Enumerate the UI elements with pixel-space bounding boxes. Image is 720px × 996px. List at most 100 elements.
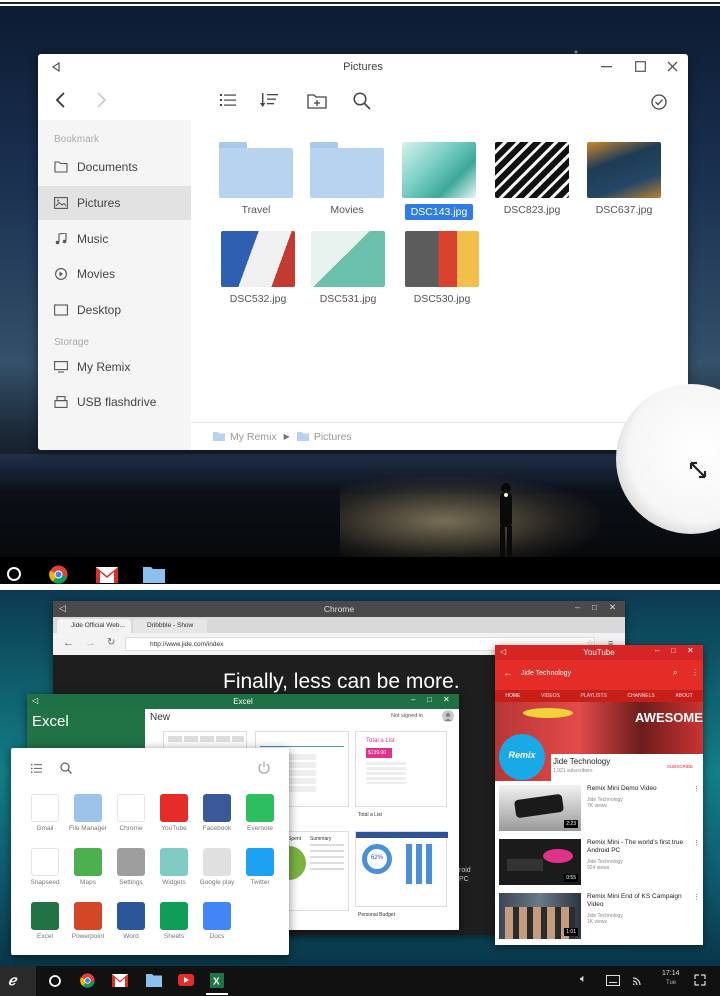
tab-jide[interactable]: Jide Official Web... xyxy=(57,619,131,633)
excel-icon[interactable]: X xyxy=(210,973,224,988)
template-total-list[interactable]: Total a List $139.00 Total a List xyxy=(355,731,447,818)
app-maps[interactable]: Maps xyxy=(66,848,110,886)
app-google-play[interactable]: Google play xyxy=(195,848,239,886)
search-icon[interactable]: ⌕ xyxy=(673,668,677,678)
minimize-icon[interactable]: – xyxy=(411,695,415,704)
minimize-icon[interactable]: – xyxy=(655,646,659,655)
video-item[interactable]: 0:55 Remix Mini - The world's first true… xyxy=(499,839,700,885)
sidebar-item-my-remix[interactable]: My Remix xyxy=(38,350,191,384)
sidebar-item-music[interactable]: Music xyxy=(38,222,191,256)
search-icon[interactable] xyxy=(353,92,371,110)
chrome-icon[interactable] xyxy=(49,565,68,584)
file-item-dsc532[interactable]: DSC532.jpg xyxy=(215,231,301,305)
clock-time[interactable]: 17:14 xyxy=(662,970,680,977)
back-arrow-icon[interactable]: ← xyxy=(63,637,74,649)
more-vert-icon[interactable]: ⋮ xyxy=(691,668,699,677)
forward-chevron-icon[interactable] xyxy=(96,92,108,108)
app-evernote[interactable]: Evernote xyxy=(238,794,282,832)
tab-dribbble[interactable]: Dribbble - Show xyxy=(133,619,207,633)
file-item-dsc637[interactable]: DSC637.jpg xyxy=(581,142,667,216)
window-titlebar[interactable]: Pictures xyxy=(38,54,688,80)
sidebar-item-movies[interactable]: Movies xyxy=(38,257,191,291)
app-powerpoint[interactable]: Powerpoint xyxy=(66,902,110,940)
file-item-dsc823[interactable]: DSC823.jpg xyxy=(489,142,575,216)
more-vert-icon[interactable]: ⋮ xyxy=(693,839,700,847)
app-snapseed[interactable]: Snapseed xyxy=(23,848,67,886)
home-circle-icon[interactable] xyxy=(48,974,62,988)
forward-arrow-icon[interactable]: → xyxy=(85,637,96,649)
chrome-icon[interactable] xyxy=(80,973,95,988)
app-file-manager[interactable]: File Manager xyxy=(66,794,110,832)
app-twitter[interactable]: Twitter xyxy=(238,848,282,886)
sort-icon[interactable] xyxy=(260,93,278,107)
template-personal-budget[interactable]: 62% Personal Budget xyxy=(355,831,448,918)
folder-icon[interactable] xyxy=(146,974,162,987)
app-settings[interactable]: Settings xyxy=(109,848,153,886)
sidebar-item-usb[interactable]: USB flashdrive xyxy=(38,385,191,419)
channel-logo[interactable]: Remix xyxy=(499,734,545,780)
minimize-icon[interactable] xyxy=(601,66,612,69)
tab-videos[interactable]: VIDEOS xyxy=(541,693,560,699)
volume-icon[interactable]: 🔈︎ xyxy=(580,973,587,986)
tab-channels[interactable]: CHANNELS xyxy=(628,693,655,699)
folder-icon[interactable] xyxy=(143,567,165,583)
window-titlebar[interactable]: ◁ YouTube – □ ✕ xyxy=(495,645,703,660)
window-titlebar[interactable]: ◁ Chrome – □ ✕ xyxy=(53,601,625,617)
expand-arrows-icon[interactable] xyxy=(694,974,706,986)
maximize-icon[interactable]: □ xyxy=(427,695,432,704)
reload-icon[interactable]: ↻ xyxy=(107,637,115,648)
close-icon[interactable]: ✕ xyxy=(609,602,616,613)
app-excel[interactable]: Excel xyxy=(23,902,67,940)
file-item-dsc143[interactable]: DSC143.jpg xyxy=(396,142,482,220)
video-item[interactable]: 2:23 Remix Mini Demo Video Jide Technolo… xyxy=(499,785,700,831)
app-gmail[interactable]: Gmail xyxy=(23,794,67,832)
cast-icon[interactable] xyxy=(632,974,644,986)
template-spent[interactable]: Spent Summary xyxy=(272,831,349,911)
avatar[interactable] xyxy=(442,710,454,722)
window-titlebar[interactable]: ◁ Excel – □ ✕ xyxy=(27,694,459,709)
maximize-icon[interactable]: □ xyxy=(592,602,597,612)
resize-arrow-icon[interactable] xyxy=(688,460,708,480)
tab-playlists[interactable]: PLAYLISTS xyxy=(581,693,607,699)
file-item-travel[interactable]: Travel xyxy=(213,142,299,216)
tab-home[interactable]: HOME xyxy=(505,693,520,699)
back-arrow-icon[interactable]: ← xyxy=(503,668,513,679)
app-widgets[interactable]: Widgets xyxy=(152,848,196,886)
signin-status[interactable]: Not signed in xyxy=(391,713,423,719)
gmail-icon[interactable] xyxy=(112,974,128,987)
subscribe-button[interactable]: SUBSCRIBE xyxy=(667,764,693,769)
sidebar-item-pictures[interactable]: Pictures xyxy=(38,186,191,220)
new-folder-icon[interactable] xyxy=(307,92,327,109)
list-view-icon[interactable] xyxy=(220,94,236,106)
breadcrumb-item[interactable]: My Remix xyxy=(230,431,277,443)
select-check-icon[interactable] xyxy=(651,94,667,110)
app-sheets[interactable]: Sheets xyxy=(152,902,196,940)
sidebar-item-documents[interactable]: Documents xyxy=(38,150,191,184)
remix-logo-icon[interactable]: ℯ xyxy=(8,972,16,989)
breadcrumb-item[interactable]: Pictures xyxy=(314,431,352,443)
minimize-icon[interactable]: – xyxy=(575,602,580,612)
app-facebook[interactable]: Facebook xyxy=(195,794,239,832)
file-item-dsc530[interactable]: DSC530.jpg xyxy=(399,231,485,305)
close-icon[interactable]: ✕ xyxy=(687,646,694,655)
file-item-movies[interactable]: Movies xyxy=(304,142,390,216)
app-word[interactable]: Word xyxy=(109,902,153,940)
more-vert-icon[interactable]: ⋮ xyxy=(693,893,700,901)
sidebar-item-desktop[interactable]: Desktop xyxy=(38,293,191,327)
gmail-icon[interactable] xyxy=(96,567,118,583)
tab-about[interactable]: ABOUT xyxy=(675,693,692,699)
maximize-icon[interactable]: □ xyxy=(671,646,676,655)
close-icon[interactable] xyxy=(667,61,678,72)
file-item-dsc531[interactable]: DSC531.jpg xyxy=(305,231,391,305)
app-youtube[interactable]: YouTube xyxy=(152,794,196,832)
app-chrome[interactable]: Chrome xyxy=(109,794,153,832)
back-chevron-icon[interactable] xyxy=(54,92,66,108)
video-item[interactable]: 1:01 Remix Mini End of KS Campaign Video… xyxy=(499,893,700,939)
close-icon[interactable]: ✕ xyxy=(443,695,450,704)
maximize-icon[interactable] xyxy=(635,61,646,72)
youtube-icon[interactable] xyxy=(178,974,194,986)
app-docs[interactable]: Docs xyxy=(195,902,239,940)
more-vert-icon[interactable]: ⋮ xyxy=(693,785,700,793)
keyboard-icon[interactable] xyxy=(606,975,620,986)
home-circle-icon[interactable] xyxy=(6,566,22,582)
